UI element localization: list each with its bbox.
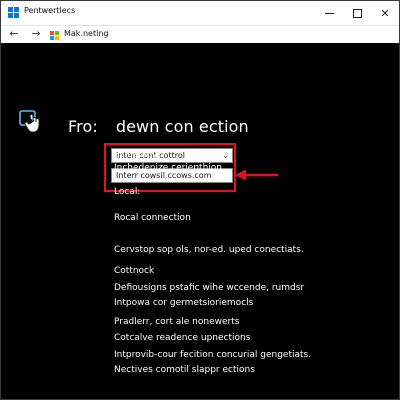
- list-item: Cotcalve readence upnections: [114, 333, 251, 343]
- app-logo-icon: [8, 7, 19, 18]
- section2-title: Local:: [114, 187, 141, 197]
- heading-prefix: Fro:: [68, 117, 98, 136]
- minimize-button[interactable]: [315, 1, 343, 25]
- list-item: Pradlerr, cort ale nonewerts: [114, 317, 240, 327]
- heading-text: dewn con ection: [115, 117, 249, 136]
- page-title: Mak.neting: [64, 29, 109, 38]
- window-title: Pentwertlecs: [24, 6, 76, 15]
- list-item: Intpowa cor germetsioriemocls: [114, 298, 254, 308]
- page-heading: Fro: dewn con ection: [68, 117, 249, 136]
- nav-bar: ← → Mak.neting: [1, 25, 399, 43]
- hand-pointer-icon: [19, 110, 40, 133]
- section3-title: Rocal connection: [114, 213, 191, 223]
- list-item: Nectives comotil slappr ections: [114, 365, 255, 375]
- list-title: Cottnock: [114, 266, 155, 276]
- list-item: Defiousigns pstafic wihe wccende, rumdsr: [114, 283, 305, 293]
- close-button[interactable]: ✕: [371, 1, 399, 25]
- back-button[interactable]: ←: [7, 27, 21, 41]
- red-arrow-icon: [235, 169, 278, 181]
- title-bar: Pentwertlecs ✕: [1, 1, 399, 25]
- windows-logo-icon: [50, 31, 59, 40]
- minimize-icon: [324, 12, 334, 14]
- app-window: Pentwertlecs ✕ ← → Mak.neting Fro: dewn c…: [0, 0, 400, 400]
- maximize-icon: [352, 8, 362, 18]
- close-icon: ✕: [380, 6, 390, 20]
- forward-button[interactable]: →: [29, 27, 43, 41]
- list-item: Intprovib-cour fecition concurial genget…: [114, 350, 312, 360]
- info-text: Cervstop sop ols, nor-ed. uped conectiat…: [114, 245, 304, 255]
- chevron-down-icon: ⌄: [222, 151, 229, 160]
- maximize-button[interactable]: [343, 1, 371, 25]
- section1-text: Inchedenize cerienthion: [114, 163, 222, 173]
- section1-title: Scibecftly:: [114, 150, 161, 160]
- main-content: Fro: dewn con ection Inten cont cottrol ⌄…: [1, 44, 399, 399]
